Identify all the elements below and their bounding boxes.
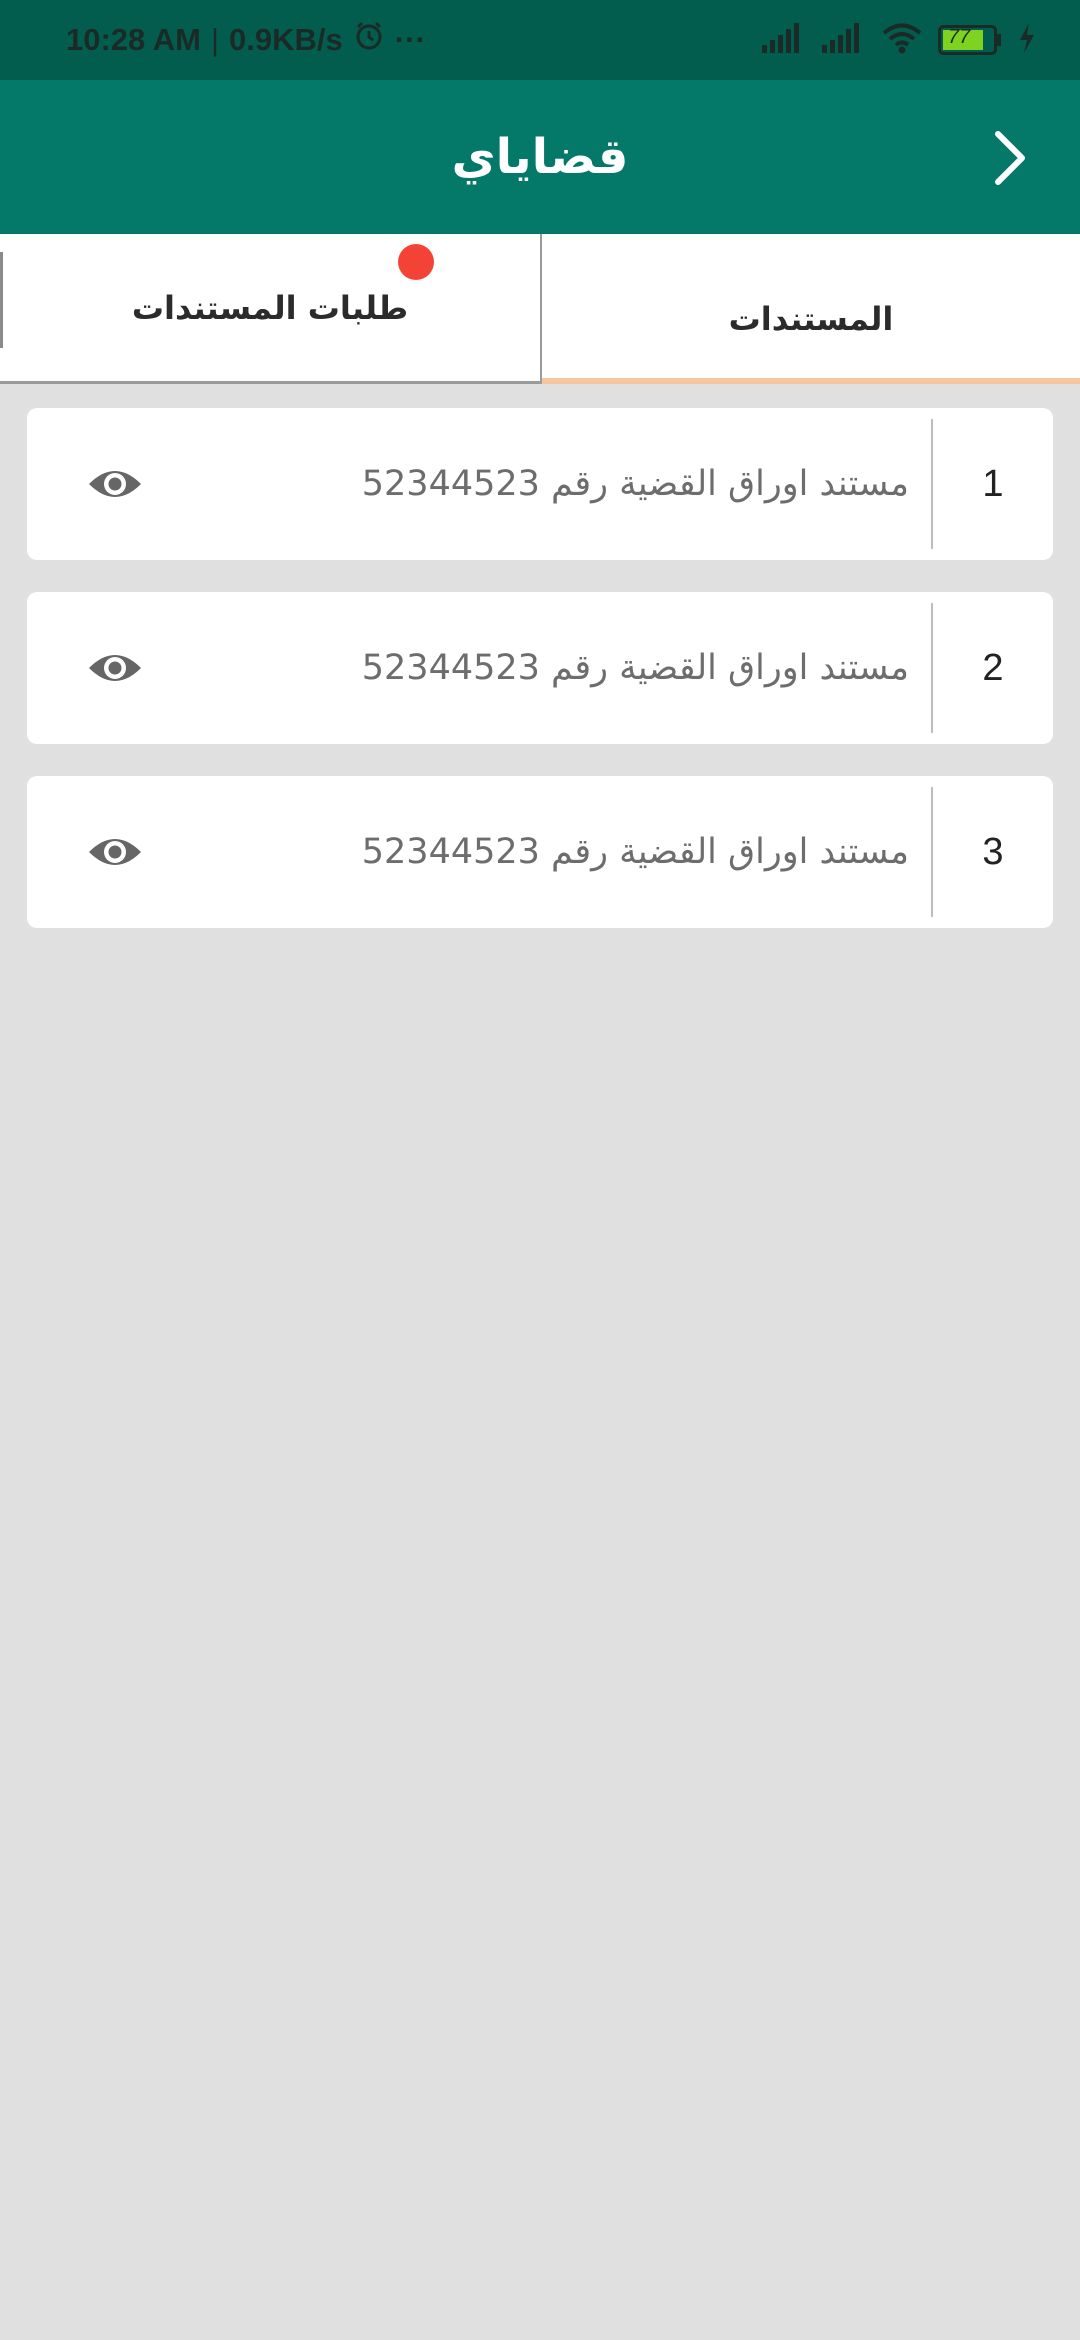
tab-left-edge bbox=[0, 252, 3, 348]
item-number: 2 bbox=[982, 646, 1004, 689]
item-title: مستند اوراق القضية رقم 52344523 bbox=[361, 648, 909, 688]
item-title: مستند اوراق القضية رقم 52344523 bbox=[361, 464, 909, 504]
wifi-icon bbox=[882, 22, 922, 58]
status-separator: | bbox=[210, 22, 220, 57]
notification-badge bbox=[398, 244, 434, 280]
list-item[interactable]: 2 مستند اوراق القضية رقم 52344523 bbox=[27, 592, 1053, 744]
list-item[interactable]: 1 مستند اوراق القضية رقم 52344523 bbox=[27, 408, 1053, 560]
signal-icon-2 bbox=[822, 23, 866, 57]
app-bar: قضاياي bbox=[0, 80, 1080, 234]
back-button[interactable] bbox=[970, 118, 1050, 198]
chevron-right-icon bbox=[995, 131, 1025, 185]
charging-icon bbox=[1018, 23, 1036, 57]
tab-document-requests-label: طلبات المستندات bbox=[131, 289, 409, 327]
tab-documents[interactable]: المستندات bbox=[540, 234, 1080, 384]
page-title: قضاياي bbox=[451, 129, 629, 185]
signal-icon bbox=[762, 23, 806, 57]
item-number: 3 bbox=[982, 830, 1004, 873]
tab-bar: المستندات طلبات المستندات bbox=[0, 234, 1080, 384]
item-title: مستند اوراق القضية رقم 52344523 bbox=[361, 832, 909, 872]
list-item[interactable]: 3 مستند اوراق القضية رقم 52344523 bbox=[27, 776, 1053, 928]
status-left: 10:28 AM | 0.9KB/s ··· bbox=[66, 20, 426, 60]
tab-document-requests[interactable]: طلبات المستندات bbox=[0, 234, 540, 384]
eye-icon[interactable] bbox=[87, 466, 143, 502]
alarm-icon bbox=[353, 20, 385, 60]
more-notifications: ··· bbox=[394, 22, 426, 57]
eye-icon[interactable] bbox=[87, 650, 143, 686]
status-time: 10:28 AM bbox=[66, 22, 201, 57]
status-bar: 10:28 AM | 0.9KB/s ··· 77 bbox=[0, 0, 1080, 80]
status-right: 77 bbox=[762, 22, 1036, 58]
eye-icon[interactable] bbox=[87, 834, 143, 870]
network-speed: 0.9KB/s bbox=[229, 22, 343, 57]
documents-list: 1 مستند اوراق القضية رقم 52344523 2 مستن… bbox=[27, 408, 1053, 960]
tab-documents-label: المستندات bbox=[728, 300, 894, 338]
battery-level: 77 bbox=[948, 26, 971, 48]
item-number: 1 bbox=[982, 462, 1004, 505]
battery-icon: 77 bbox=[938, 25, 1002, 55]
